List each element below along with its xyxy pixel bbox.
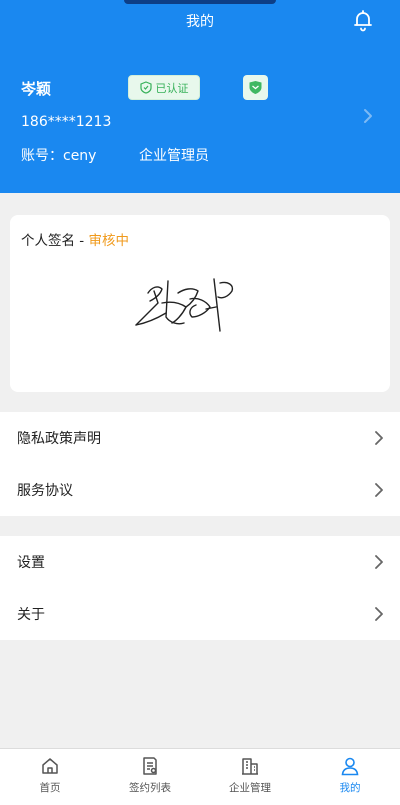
- user-icon: [341, 757, 359, 776]
- chevron-right-icon: [375, 483, 383, 497]
- menu-item-label: 设置: [17, 555, 45, 571]
- chevron-right-icon[interactable]: [362, 108, 374, 124]
- tab-home[interactable]: 首页: [0, 749, 100, 805]
- profile-header: 我的 岑颖 已认证 186****1213 账号：ceny 企业管理员: [0, 0, 400, 193]
- signature-card[interactable]: 个人签名 - 审核中: [10, 215, 390, 392]
- user-phone: 186****1213: [21, 114, 112, 130]
- bell-icon[interactable]: [351, 8, 375, 32]
- home-icon: [42, 758, 58, 774]
- tab-label: 我的: [339, 782, 361, 794]
- tab-label: 首页: [39, 782, 61, 794]
- user-account: 账号：ceny: [21, 148, 97, 164]
- menu-group-legal: 隐私政策声明 服务协议: [0, 412, 400, 516]
- signature-title: 个人签名 - 审核中: [21, 229, 129, 249]
- status-bar-handle: [124, 0, 276, 4]
- signature-status: 审核中: [88, 233, 129, 249]
- tab-label: 企业管理: [229, 782, 271, 794]
- user-name: 岑颖: [21, 80, 52, 98]
- page-title: 我的: [186, 14, 214, 30]
- enterprise-shield-icon: [249, 81, 262, 94]
- tab-enterprise-management[interactable]: 企业管理: [200, 749, 300, 805]
- user-role: 企业管理员: [139, 148, 209, 164]
- tab-label: 签约列表: [129, 782, 171, 794]
- chevron-right-icon: [375, 607, 383, 621]
- menu-item-about[interactable]: 关于: [0, 588, 400, 640]
- tab-mine[interactable]: 我的: [300, 749, 400, 805]
- chevron-right-icon: [375, 431, 383, 445]
- signature-image: [135, 278, 234, 332]
- verified-badge: 已认证: [128, 75, 200, 100]
- chevron-right-icon: [375, 555, 383, 569]
- menu-item-settings[interactable]: 设置: [0, 536, 400, 588]
- profile-page: 我的 岑颖 已认证 186****1213 账号：ceny 企业管理员 个人签名…: [0, 0, 400, 805]
- menu-item-privacy-policy[interactable]: 隐私政策声明: [0, 412, 400, 464]
- verified-label: 已认证: [155, 81, 189, 95]
- menu-group-general: 设置 关于: [0, 536, 400, 640]
- enterprise-badge[interactable]: [243, 75, 268, 100]
- building-icon: [242, 758, 258, 775]
- menu-item-label: 服务协议: [17, 483, 73, 499]
- menu-item-service-agreement[interactable]: 服务协议: [0, 464, 400, 516]
- menu-item-label: 关于: [17, 607, 45, 623]
- menu-item-label: 隐私政策声明: [17, 431, 101, 447]
- bottom-tab-bar: 首页 签约列表 企业管理 我的: [0, 748, 400, 805]
- signature-label: 个人签名 -: [21, 233, 89, 249]
- tab-contract-list[interactable]: 签约列表: [100, 749, 200, 805]
- contract-list-icon: [143, 757, 157, 775]
- verified-shield-icon: [139, 81, 152, 94]
